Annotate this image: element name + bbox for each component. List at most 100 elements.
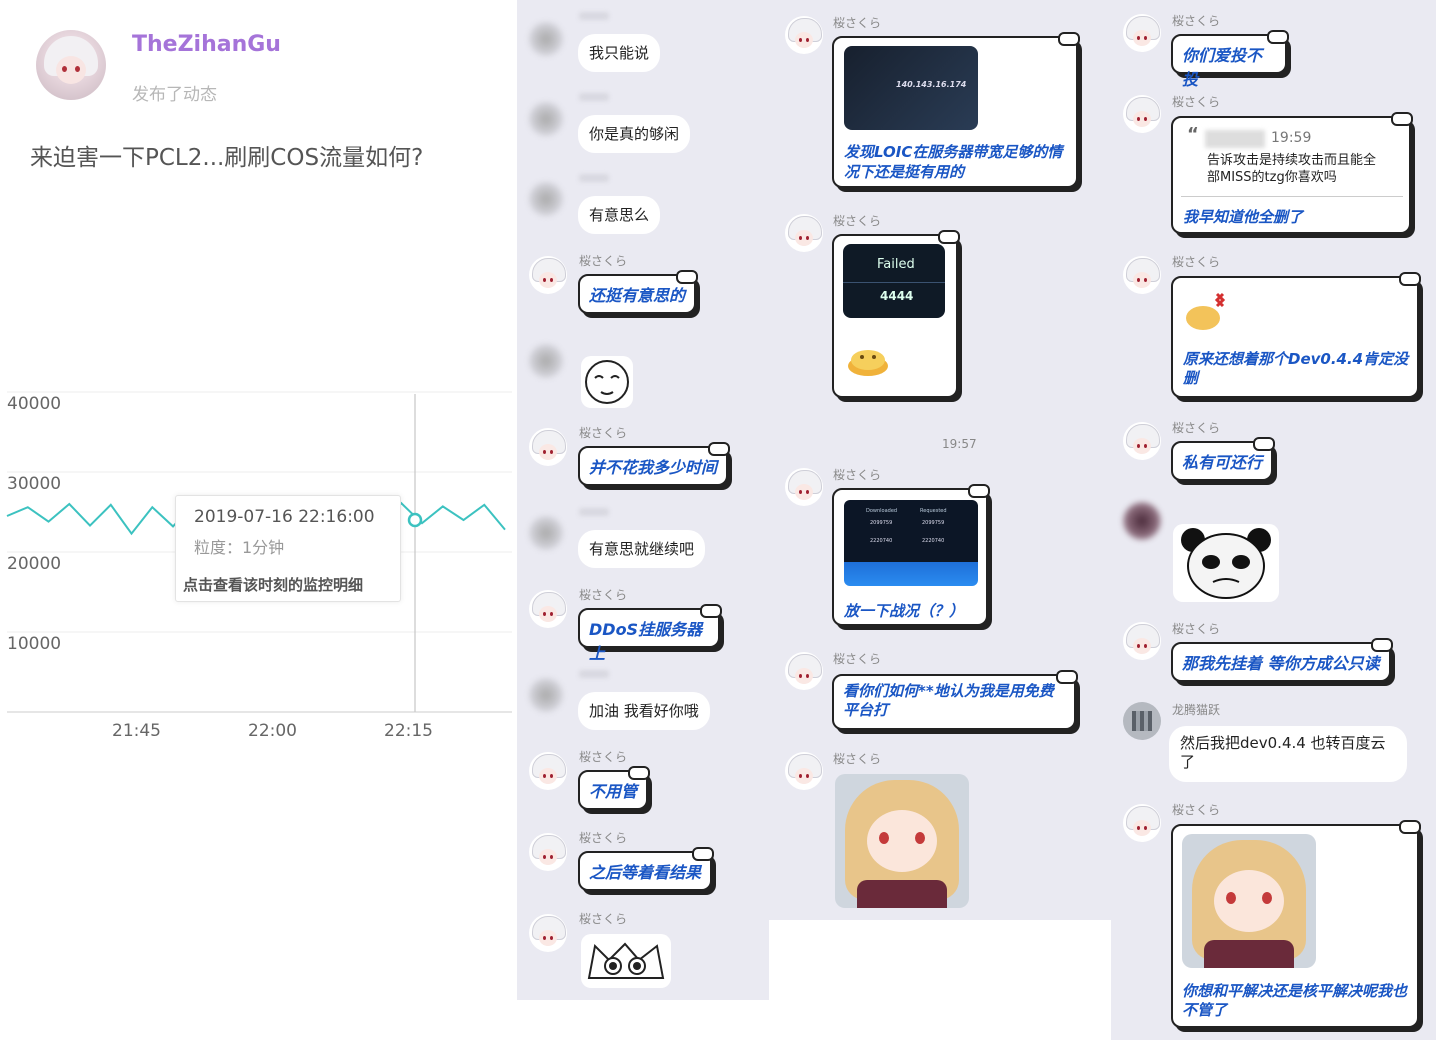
table-cell: 2220740 bbox=[922, 538, 945, 544]
y-tick: 40000 bbox=[7, 394, 62, 414]
message-text: 之后等着看结果 bbox=[589, 863, 702, 882]
avatar bbox=[1123, 702, 1161, 740]
chat-message: 还挺有意思的 bbox=[578, 270, 698, 314]
sender-name: 桜さくら bbox=[1172, 255, 1221, 269]
avatar bbox=[529, 182, 563, 216]
chat-message: 不用管 bbox=[578, 766, 650, 810]
sender-name: 桜さくら bbox=[833, 214, 882, 228]
table-cell: 2220740 bbox=[870, 538, 893, 544]
post-text: 来迫害一下PCL2...刷刷COS流量如何? bbox=[30, 145, 424, 171]
table-cell: 2099759 bbox=[870, 520, 893, 526]
message-text: 原来还想着那个Dev0.4.4肯定没删 bbox=[1183, 350, 1409, 387]
post-action: 发布了动态 bbox=[132, 85, 217, 105]
table-cell: 2099759 bbox=[922, 520, 945, 526]
message-text: 不用管 bbox=[589, 782, 638, 801]
chat-message: DDoS挂服务器上 bbox=[578, 604, 722, 663]
avatar bbox=[785, 752, 823, 790]
sender-name: 桜さくら bbox=[1172, 14, 1221, 28]
avatar[interactable] bbox=[36, 30, 106, 100]
failed-label: Failed bbox=[877, 257, 915, 272]
message-text: 私有可还行 bbox=[1182, 453, 1263, 472]
chat-message: 140.143.16.174 发现LOIC在服务器带宽足够的情况下还是挺有用的 bbox=[832, 32, 1080, 188]
quote-time: 19:59 bbox=[1271, 130, 1312, 146]
avatar bbox=[529, 344, 563, 378]
panda-sticker[interactable] bbox=[1173, 524, 1279, 602]
chat-message: 之后等着看结果 bbox=[578, 847, 714, 891]
chat-message: Downloaded Requested 2099759 2099759 222… bbox=[832, 484, 990, 626]
avatar bbox=[529, 22, 563, 56]
sender-name: 桜さくら bbox=[833, 468, 882, 482]
message-text: 那我先挂着 等你方成公只读 bbox=[1182, 654, 1380, 673]
y-tick: 30000 bbox=[7, 474, 62, 494]
sticker-image[interactable] bbox=[581, 356, 633, 408]
hover-point bbox=[407, 512, 423, 528]
avatar bbox=[1123, 95, 1161, 133]
x-tick: 22:00 bbox=[248, 721, 297, 741]
avatar bbox=[529, 590, 567, 628]
avatar bbox=[1123, 422, 1161, 460]
sender-name bbox=[579, 174, 609, 182]
failed-value: 4444 bbox=[880, 289, 914, 303]
tooltip-granularity: 粒度：1分钟 bbox=[194, 538, 285, 557]
angry-pancake-sticker[interactable] bbox=[1183, 286, 1231, 334]
anime-girl-image[interactable] bbox=[835, 774, 969, 908]
quote-text: 告诉攻击是持续攻击而且能全部MISS的tzg你喜欢吗 bbox=[1207, 153, 1377, 185]
table-header: Requested bbox=[920, 508, 947, 514]
sticker-image[interactable] bbox=[581, 934, 671, 988]
sender-name: 龙腾猫跃 bbox=[1172, 703, 1221, 717]
sender-name: 桜さくら bbox=[1172, 421, 1221, 435]
avatar bbox=[529, 833, 567, 871]
tooltip-time: 2019-07-16 22:16:00 bbox=[194, 507, 375, 527]
chat-panel-1: 我只能说 你是真的够闲 有意思么 桜さくら 还挺有意思的 桜さくら 并不花我多少… bbox=[517, 0, 769, 1000]
avatar bbox=[1123, 502, 1161, 540]
chat-message: 并不花我多少时间 bbox=[578, 442, 730, 486]
chat-timestamp: 19:57 bbox=[942, 437, 977, 451]
chat-message: 原来还想着那个Dev0.4.4肯定没删 bbox=[1171, 272, 1421, 398]
loic-screenshot[interactable]: 140.143.16.174 bbox=[844, 46, 978, 130]
chat-panel-3: 桜さくら 你们爱投不投 桜さくら “ 19:59 告诉攻击是持续攻击而且能全部M… bbox=[1111, 0, 1436, 1040]
y-tick: 20000 bbox=[7, 554, 62, 574]
sender-name: 桜さくら bbox=[579, 750, 628, 764]
failed-screenshot[interactable]: Failed 4444 bbox=[843, 244, 945, 318]
avatar bbox=[529, 914, 567, 952]
post-panel: TheZihanGu 发布了动态 来迫害一下PCL2...刷刷COS流量如何? … bbox=[0, 0, 517, 1040]
sender-name: 桜さくら bbox=[579, 426, 628, 440]
avatar bbox=[529, 516, 563, 550]
sender-name: 桜さくら bbox=[579, 912, 628, 926]
message-text: 我早知道他全删了 bbox=[1183, 208, 1304, 226]
sender-name: 桜さくら bbox=[579, 831, 628, 845]
pancake-sticker[interactable] bbox=[846, 342, 890, 378]
message-text: 看你们如何**地认为我是用免费平台打 bbox=[843, 682, 1054, 719]
y-tick: 10000 bbox=[7, 634, 62, 654]
panda-face-icon bbox=[1181, 528, 1271, 599]
avatar bbox=[529, 428, 567, 466]
avatar bbox=[1123, 804, 1161, 842]
sender-name bbox=[579, 93, 609, 101]
anime-girl-image[interactable] bbox=[1182, 834, 1316, 968]
quote-icon: “ bbox=[1187, 124, 1199, 145]
sender-name: 桜さくら bbox=[833, 16, 882, 30]
chat-message: 有意思么 bbox=[578, 196, 661, 234]
sender-name: 桜さくら bbox=[579, 254, 628, 268]
message-text: 放一下战况（？） bbox=[844, 602, 965, 620]
chat-message: 你们爱投不投 bbox=[1171, 30, 1289, 89]
loic-ip: 140.143.16.174 bbox=[896, 80, 967, 89]
sender-name: 桜さくら bbox=[1172, 803, 1221, 817]
chart-tooltip: 2019-07-16 22:16:00 粒度：1分钟 点击查看该时刻的监控明细 bbox=[175, 495, 401, 602]
result-screenshot[interactable]: Downloaded Requested 2099759 2099759 222… bbox=[844, 500, 978, 586]
chat-panel-2: 桜さくら 140.143.16.174 发现LOIC在服务器带宽足够的情况下还是… bbox=[769, 0, 1111, 920]
avatar bbox=[785, 16, 823, 54]
avatar bbox=[529, 678, 563, 712]
avatar bbox=[785, 468, 823, 506]
avatar bbox=[785, 214, 823, 252]
username[interactable]: TheZihanGu bbox=[132, 32, 281, 57]
avatar bbox=[1123, 622, 1161, 660]
sender-name: 桜さくら bbox=[833, 752, 882, 766]
tooltip-detail-link[interactable]: 点击查看该时刻的监控明细 bbox=[183, 574, 363, 595]
message-text: 发现LOIC在服务器带宽足够的情况下还是挺有用的 bbox=[844, 143, 1063, 181]
chat-message: 那我先挂着 等你方成公只读 bbox=[1171, 638, 1393, 682]
sender-name: 桜さくら bbox=[1172, 95, 1221, 109]
chat-message: 看你们如何**地认为我是用免费平台打 bbox=[832, 670, 1078, 730]
x-tick: 22:15 bbox=[384, 721, 433, 741]
avatar bbox=[529, 102, 563, 136]
